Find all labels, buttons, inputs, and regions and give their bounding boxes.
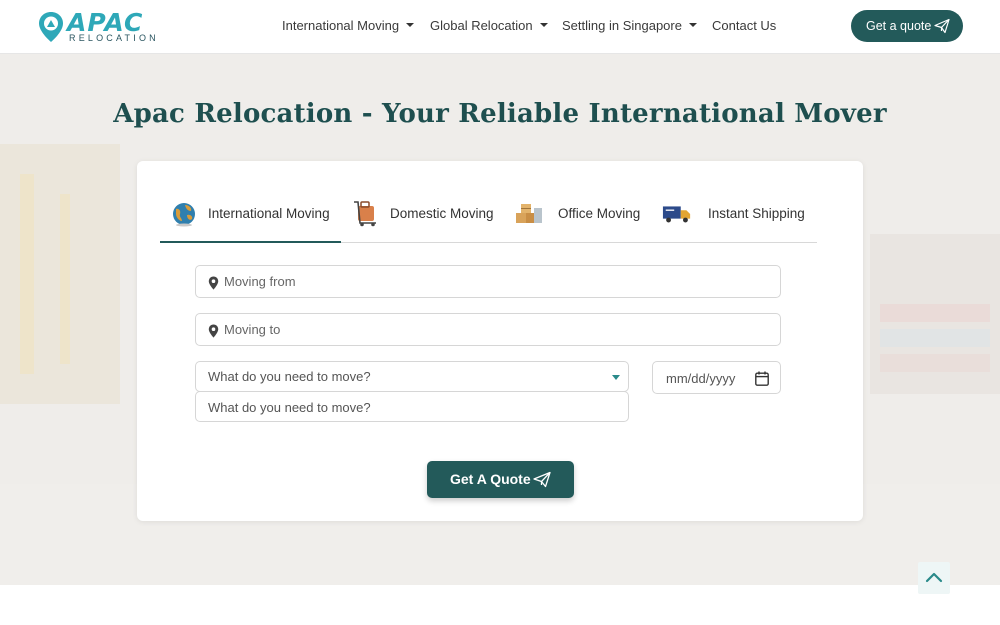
nav-label: Contact Us [712, 18, 777, 33]
selected-value: What do you need to move? [208, 369, 371, 384]
nav-label: International Moving [282, 18, 400, 33]
chevron-up-icon [925, 572, 943, 583]
nav-label: Settling in Singapore [562, 18, 682, 33]
placeholder-text: Moving from [224, 274, 296, 289]
scroll-to-top-button[interactable] [918, 562, 950, 594]
what-to-move-input[interactable]: What do you need to move? [195, 391, 629, 422]
tab-office-moving[interactable]: Office Moving [512, 191, 652, 243]
location-pin-logo-icon [39, 12, 63, 42]
moving-date-input[interactable]: mm/dd/yyyy [652, 361, 781, 394]
placeholder-text: mm/dd/yyyy [666, 371, 736, 386]
tab-international-moving[interactable]: International Moving [160, 191, 341, 243]
quote-form-card: International Moving Domestic Moving Off… [137, 161, 863, 521]
tab-label: Instant Shipping [708, 206, 805, 221]
paper-plane-icon [934, 18, 950, 34]
caret-down-icon [688, 23, 697, 27]
caret-down-icon [539, 23, 548, 27]
caret-down-icon [612, 375, 620, 380]
page-title: Apac Relocation - Your Reliable Internat… [113, 99, 887, 129]
tab-label: Office Moving [558, 206, 641, 221]
button-label: Get A Quote [450, 471, 531, 487]
tab-instant-shipping[interactable]: Instant Shipping [660, 191, 817, 243]
button-label: Get a quote [866, 19, 932, 33]
nav-label: Global Relocation [430, 18, 533, 33]
luggage-cart-icon [354, 201, 376, 227]
paper-plane-icon [533, 471, 551, 488]
boxes-icon [516, 204, 542, 223]
hero-section: Apac Relocation - Your Reliable Internat… [0, 54, 1000, 585]
get-a-quote-header-button[interactable]: Get a quote [851, 10, 963, 42]
nav-international-moving[interactable]: International Moving [282, 17, 415, 35]
moving-to-input[interactable]: Moving to [195, 313, 781, 346]
placeholder-text: Moving to [224, 322, 281, 337]
tab-label: International Moving [208, 206, 330, 221]
tab-domestic-moving[interactable]: Domestic Moving [349, 191, 501, 243]
logo-subtitle: RELOCATION [69, 33, 159, 43]
nav-global-relocation[interactable]: Global Relocation [430, 17, 548, 35]
nav-contact-us[interactable]: Contact Us [712, 17, 776, 35]
globe-icon [173, 203, 195, 227]
map-marker-icon [208, 276, 219, 290]
map-marker-icon [208, 324, 219, 338]
get-a-quote-submit-button[interactable]: Get A Quote [427, 461, 574, 498]
nav-settling-in-singapore[interactable]: Settling in Singapore [562, 17, 697, 35]
what-to-move-select[interactable]: What do you need to move? [195, 361, 629, 392]
fast-truck-icon [662, 206, 691, 223]
caret-down-icon [406, 23, 415, 27]
moving-from-input[interactable]: Moving from [195, 265, 781, 298]
site-header: APAC RELOCATION International Moving Glo… [0, 0, 1000, 54]
placeholder-text: What do you need to move? [208, 400, 371, 415]
calendar-icon[interactable] [755, 371, 769, 386]
tab-label: Domestic Moving [390, 206, 494, 221]
logo[interactable]: APAC RELOCATION [38, 9, 160, 44]
service-tabs: International Moving Domestic Moving Off… [160, 191, 817, 243]
